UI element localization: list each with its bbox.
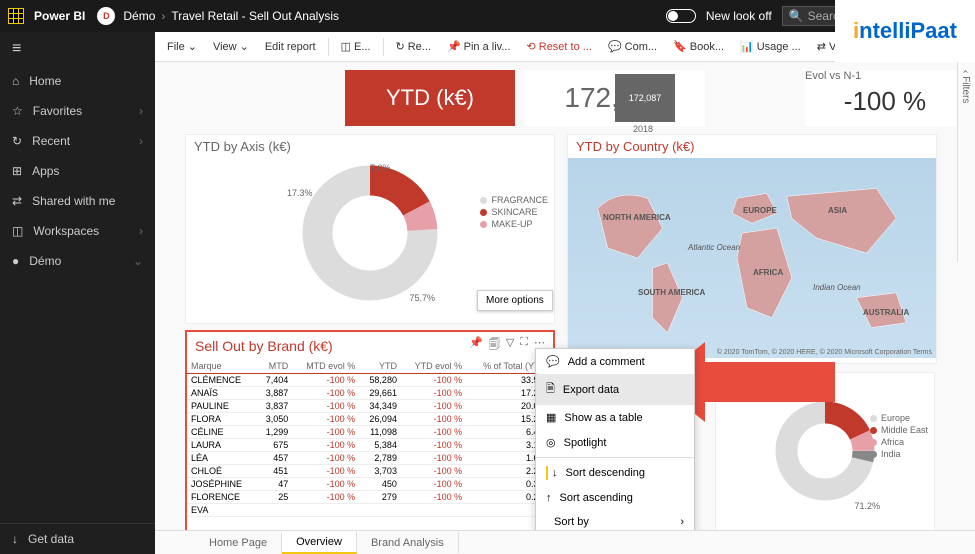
ctx-add-a-comment[interactable]: 💬Add a comment (536, 349, 694, 374)
breadcrumb-workspace[interactable]: Démo (123, 9, 155, 23)
ctx-icon: 🗎 (546, 380, 555, 399)
sidebar-item-home[interactable]: ⌂Home (0, 66, 155, 96)
sidebar-item-apps[interactable]: ⊞Apps (0, 156, 155, 186)
table-row[interactable]: FLORA3,050-100 %26,094-100 %15.2 % (187, 413, 553, 426)
table-row[interactable]: LÉA457-100 %2,789-100 %1.6 % (187, 452, 553, 465)
legend-item[interactable]: Middle East (870, 425, 928, 435)
table-row[interactable]: CHLOÉ451-100 %3,703-100 %2.2 % (187, 465, 553, 478)
more-options-tooltip: More options (477, 290, 553, 311)
pin-button[interactable]: 📌 Pin a liv... (441, 37, 517, 56)
new-look-toggle[interactable] (666, 9, 696, 23)
ytd-label-card: YTD (k€) (345, 70, 515, 126)
legend-item[interactable]: Africa (870, 437, 928, 447)
chevron-icon: › (139, 104, 143, 118)
file-menu[interactable]: File ⌄ (161, 37, 203, 56)
nav-icon: ⌂ (12, 74, 19, 88)
focus-icon[interactable]: ⛶ (520, 336, 528, 355)
year-mini-card[interactable]: 172,087 (615, 74, 675, 122)
sidebar-item-favorites[interactable]: ☆Favorites› (0, 96, 155, 126)
usage-button[interactable]: 📊 Usage ... (734, 37, 807, 56)
nav-icon: ↻ (12, 134, 22, 148)
workspace-avatar: D (97, 7, 115, 25)
ctx-sort-descending[interactable]: ↓Sort descending (536, 460, 694, 486)
table-row[interactable]: CÉLINE1,299-100 %11,098-100 %6.4 % (187, 426, 553, 439)
donut-chart-icon (295, 158, 445, 308)
ctx-sort-ascending[interactable]: ↑Sort ascending (536, 486, 694, 510)
app-launcher-icon[interactable] (8, 8, 24, 24)
legend-item[interactable]: MAKE-UP (480, 219, 548, 229)
nav-icon: ⇄ (12, 194, 22, 208)
get-data-icon: ↓ (12, 532, 18, 546)
chevron-right-icon: › (680, 516, 684, 528)
topbar: Power BI D Démo › Travel Retail - Sell O… (0, 0, 975, 32)
ctx-icon: ↓ (552, 467, 558, 479)
sidebar-item-recent[interactable]: ↻Recent› (0, 126, 155, 156)
table-row[interactable]: ANAÏS3,887-100 %29,661-100 %17.2 % (187, 387, 553, 400)
donut-chart-icon (770, 396, 880, 506)
breadcrumb-separator: › (161, 9, 165, 23)
sidebar-item-workspaces[interactable]: ◫Workspaces› (0, 216, 155, 246)
sidebar-item-démo[interactable]: ●Démo⌄ (0, 246, 155, 276)
sell-out-by-brand-table[interactable]: Sell Out by Brand (k€) 📌 🗐 ▽ ⛶ ⋯ MarqueM… (185, 330, 555, 530)
legend-item[interactable]: SKINCARE (480, 207, 548, 217)
hamburger-icon[interactable]: ≡ (0, 32, 155, 66)
nav-sidebar: ≡ ⌂Home☆Favorites›↻Recent›⊞Apps⇄Shared w… (0, 32, 155, 554)
nav-icon: ● (12, 254, 19, 268)
bookmark-button[interactable]: 🔖 Book... (667, 37, 730, 56)
ytd-by-country-map[interactable]: YTD by Country (k€) NORTH AMERICA SOUTH … (567, 134, 937, 364)
ctx-icon: ↑ (546, 492, 552, 504)
chevron-icon: ⌄ (133, 254, 143, 268)
new-look-label: New look off (706, 9, 772, 23)
world-map[interactable]: NORTH AMERICA SOUTH AMERICA EUROPE AFRIC… (568, 158, 936, 358)
nav-icon: ☆ (12, 104, 23, 118)
ctx-icon: ▦ (546, 411, 556, 424)
context-menu: 💬Add a comment🗎Export data▦Show as a tab… (535, 348, 695, 530)
refresh-button[interactable]: ↻ Re... (390, 37, 437, 56)
legend-item[interactable]: India (870, 449, 928, 459)
ctx-icon: 💬 (546, 355, 560, 368)
report-canvas: YTD (k€) 172,087 172,087 2018 Evol vs N-… (155, 62, 975, 530)
tab-home-page[interactable]: Home Page (195, 533, 282, 553)
table-row[interactable]: PAULINE3,837-100 %34,349-100 %20.0 % (187, 400, 553, 413)
sidebar-item-shared-with-me[interactable]: ⇄Shared with me (0, 186, 155, 216)
annotation-arrow (695, 362, 835, 402)
chevron-icon: › (139, 224, 143, 238)
table-row[interactable]: JOSÉPHINE47-100 %450-100 %0.3 % (187, 478, 553, 491)
comment-button[interactable]: 💬 Com... (602, 37, 663, 56)
reset-button[interactable]: ⟲ Reset to ... (521, 37, 598, 56)
filter-icon[interactable]: ▽ (506, 336, 514, 355)
table-row[interactable]: EVA (187, 504, 553, 517)
ctx-spotlight[interactable]: ◎Spotlight (536, 430, 694, 455)
breadcrumb-report[interactable]: Travel Retail - Sell Out Analysis (171, 9, 339, 23)
get-data-button[interactable]: ↓ Get data (0, 524, 155, 554)
table-row[interactable]: LAURA675-100 %5,384-100 %3.1 % (187, 439, 553, 452)
tab-overview[interactable]: Overview (282, 532, 357, 554)
tab-brand-analysis[interactable]: Brand Analysis (357, 533, 459, 553)
ctx-sort-by[interactable]: Sort by› (536, 510, 694, 530)
ctx-show-as-a-table[interactable]: ▦Show as a table (536, 405, 694, 430)
nav-icon: ◫ (12, 224, 23, 238)
app-name: Power BI (34, 9, 85, 23)
evol-card: Evol vs N-1 -100 % (805, 70, 965, 126)
ctx-export-data[interactable]: 🗎Export data (536, 374, 694, 405)
table-row[interactable]: CLÉMENCE7,404-100 %58,280-100 %33.9 % (187, 374, 553, 387)
view-menu[interactable]: View ⌄ (207, 37, 255, 56)
year-label: 2018 (633, 124, 653, 134)
copy-icon[interactable]: 🗐 (489, 336, 500, 355)
explore-button[interactable]: ◫ E... (335, 37, 377, 56)
chevron-icon: › (139, 134, 143, 148)
map-svg (568, 158, 936, 358)
table-row[interactable]: FLORENCE25-100 %279-100 %0.2 % (187, 491, 553, 504)
filters-pane-toggle[interactable]: ‹ Filters (957, 62, 975, 262)
pin-icon[interactable]: 📌 (469, 336, 483, 355)
ctx-icon: ◎ (546, 436, 556, 449)
page-tabs: Home PageOverviewBrand Analysis (155, 530, 975, 554)
legend-item[interactable]: FRAGRANCE (480, 195, 548, 205)
edit-report-button[interactable]: Edit report (259, 38, 322, 56)
intellipaat-logo: intelliPaat (835, 0, 975, 62)
nav-icon: ⊞ (12, 164, 22, 178)
legend-item[interactable]: Europe (870, 413, 928, 423)
